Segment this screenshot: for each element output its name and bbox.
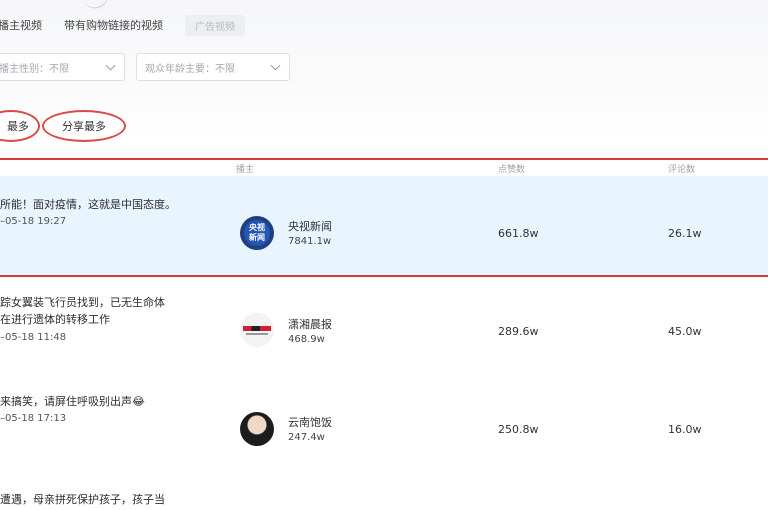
video-title[interactable]: 来搞笑，请屏住呼吸别出声😂 [0, 393, 215, 410]
follower-count: 468.9w [288, 334, 325, 345]
logo-subline [246, 332, 268, 335]
tab-shopping-videos[interactable]: 带有购物链接的视频 [64, 17, 163, 33]
table-row[interactable]: 踪女翼装飞行员找到，已无生命体 在进行遗体的转移工作 –05-18 11:48 … [0, 280, 768, 380]
author-gender-filter[interactable]: 播主性别：不限 [0, 53, 125, 81]
sort-most-button[interactable]: 最多 [0, 110, 40, 142]
follower-count: 7841.1w [288, 236, 332, 247]
chevron-down-icon [270, 60, 281, 71]
publish-date: –05-18 11:48 [0, 332, 67, 343]
author-name[interactable]: 云南饱饭 [288, 414, 332, 430]
avatar[interactable] [240, 412, 274, 446]
likes-count: 289.6w [498, 325, 539, 338]
avatar[interactable]: 央视 新闻 [240, 216, 274, 250]
comments-count: 26.1w [668, 227, 702, 240]
audience-age-filter[interactable]: 观众年龄主要：不限 [136, 53, 290, 81]
tab-ad-videos[interactable]: 广告视频 [185, 14, 245, 36]
table-row[interactable]: 遭遇，母亲拼死保护孩子，孩子当 [0, 488, 768, 510]
filter-label: 播主性别：不限 [0, 63, 69, 75]
table-header: 播主 点赞数 评论数 [0, 160, 768, 176]
column-header-author: 播主 [236, 165, 255, 175]
video-title[interactable]: 踪女翼装飞行员找到，已无生命体 在进行遗体的转移工作 [0, 294, 215, 328]
video-title[interactable]: 所能！面对疫情，这就是中国态度。 [0, 196, 215, 213]
video-type-tabs: 播主视频 带有购物链接的视频 广告视频 [0, 14, 267, 36]
video-title[interactable]: 遭遇，母亲拼死保护孩子，孩子当 [0, 491, 215, 508]
publish-date: –05-18 19:27 [0, 216, 67, 227]
comments-count: 45.0w [668, 325, 702, 338]
tab-author-videos[interactable]: 播主视频 [0, 17, 42, 33]
publish-date: –05-18 17:13 [0, 413, 67, 424]
data-analytics-page: 播主视频 带有购物链接的视频 广告视频 播主性别：不限 观众年龄主要：不限 最多… [0, 0, 768, 510]
filter-label: 观众年龄主要：不限 [145, 63, 235, 75]
follower-count: 247.4w [288, 432, 325, 443]
likes-count: 661.8w [498, 227, 539, 240]
table-row[interactable]: 来搞笑，请屏住呼吸别出声😂 –05-18 17:13 云南饱饭 247.4w 2… [0, 384, 768, 484]
chevron-down-icon [105, 60, 116, 71]
xiaoxiang-chenbao-logo [243, 325, 271, 331]
table-row[interactable]: 所能！面对疫情，这就是中国态度。 –05-18 19:27 央视 新闻 央视新闻… [0, 176, 768, 276]
logo-text: 央视 新闻 [249, 223, 265, 242]
cctv-news-logo: 央视 新闻 [244, 220, 270, 246]
column-header-plays: 点赞数 [498, 165, 526, 175]
avatar[interactable] [240, 313, 274, 347]
author-name[interactable]: 潇湘晨报 [288, 316, 332, 332]
comments-count: 16.0w [668, 423, 702, 436]
column-header-comments: 评论数 [668, 165, 696, 175]
sort-most-shared-button[interactable]: 分享最多 [42, 110, 126, 142]
decorative-curve [82, 0, 112, 13]
likes-count: 250.8w [498, 423, 539, 436]
author-name[interactable]: 央视新闻 [288, 218, 332, 234]
